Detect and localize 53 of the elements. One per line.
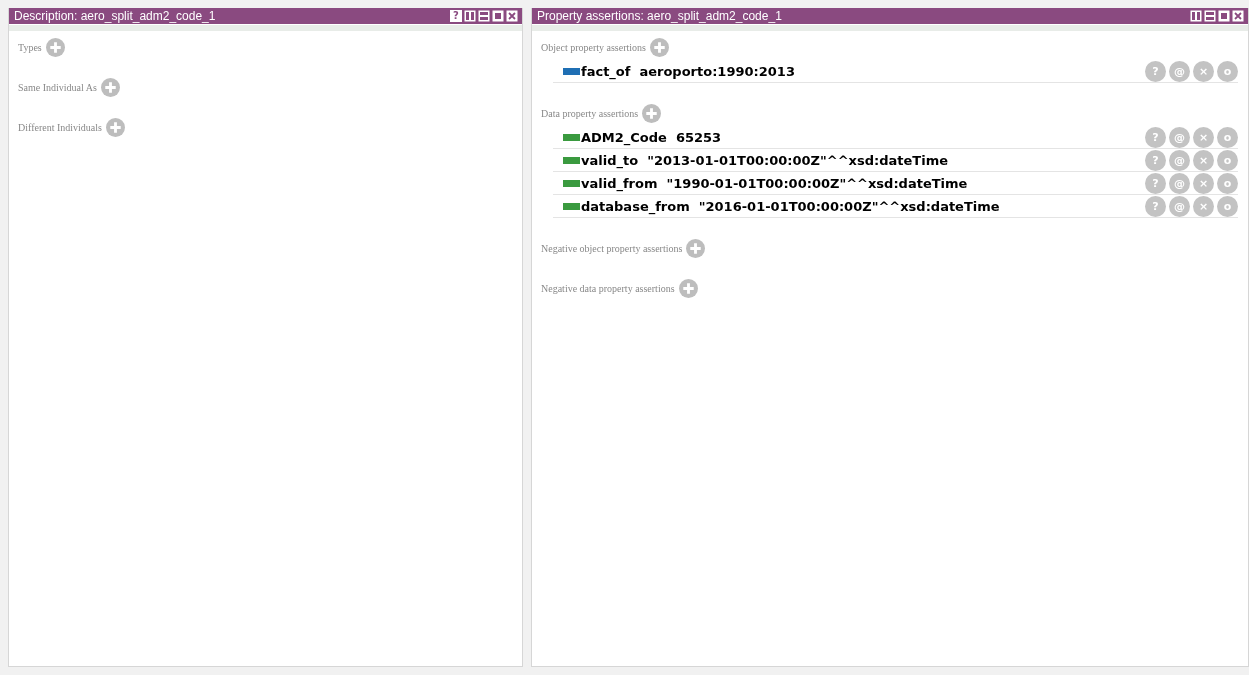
- assertion-row[interactable]: ADM2_Code 65253 ? @ × o: [553, 126, 1238, 149]
- horizontal-split-icon[interactable]: [478, 10, 490, 22]
- action-button[interactable]: @: [1169, 172, 1190, 194]
- close-icon[interactable]: [506, 10, 518, 22]
- property-value: 65253: [675, 129, 722, 145]
- property-value: "2016-01-01T00:00:00Z"^^xsd:dateTime: [698, 198, 1000, 214]
- action-button[interactable]: @: [1169, 195, 1190, 217]
- action-button[interactable]: o: [1217, 172, 1238, 194]
- maximize-icon[interactable]: [492, 10, 504, 22]
- action-button[interactable]: ?: [1145, 126, 1166, 148]
- action-button[interactable]: o: [1217, 60, 1238, 82]
- property-name: database_from: [581, 198, 690, 214]
- help-button[interactable]: ?: [450, 10, 462, 22]
- action-button[interactable]: o: [1217, 195, 1238, 217]
- action-button[interactable]: o: [1217, 126, 1238, 148]
- property-value: "1990-01-01T00:00:00Z"^^xsd:dateTime: [666, 175, 968, 191]
- property-name: ADM2_Code: [581, 129, 667, 145]
- close-icon[interactable]: [1232, 10, 1244, 22]
- assertion-row[interactable]: fact_of aeroporto:1990:2013 ? @ × o: [553, 60, 1238, 83]
- property-name: valid_to: [581, 152, 639, 168]
- section-label: Different Individuals: [18, 121, 102, 133]
- action-button[interactable]: ×: [1193, 60, 1214, 82]
- property-name: valid_from: [581, 175, 658, 191]
- maximize-icon[interactable]: [1218, 10, 1230, 22]
- section-label: Types: [18, 41, 42, 53]
- action-button[interactable]: @: [1169, 149, 1190, 171]
- action-button[interactable]: ?: [1145, 60, 1166, 82]
- assertion-row[interactable]: valid_from "1990-01-01T00:00:00Z"^^xsd:dateTime ? @ × o: [553, 172, 1238, 195]
- action-button[interactable]: ×: [1193, 149, 1214, 171]
- panel-title: Description: aero_split_adm2_code_1: [14, 9, 216, 23]
- assertion-row[interactable]: valid_to "2013-01-01T00:00:00Z"^^xsd:dateTime ? @ × o: [553, 149, 1238, 172]
- action-button[interactable]: ×: [1193, 172, 1214, 194]
- action-button[interactable]: ?: [1145, 172, 1166, 194]
- action-button[interactable]: o: [1217, 149, 1238, 171]
- vertical-split-icon[interactable]: [464, 10, 476, 22]
- action-button[interactable]: ×: [1193, 195, 1214, 217]
- action-button[interactable]: ×: [1193, 126, 1214, 148]
- assertion-row[interactable]: database_from "2016-01-01T00:00:00Z"^^xsd:dateTime ? @ × o: [553, 195, 1238, 218]
- action-button[interactable]: ?: [1145, 195, 1166, 217]
- panel-title: Property assertions: aero_split_adm2_code_1: [537, 9, 782, 23]
- action-button[interactable]: @: [1169, 60, 1190, 82]
- section-label: Negative object property assertions: [541, 242, 683, 254]
- section-label: Data property assertions: [541, 107, 639, 119]
- property-name: fact_of: [581, 63, 631, 79]
- action-button[interactable]: @: [1169, 126, 1190, 148]
- section-label: Object property assertions: [541, 41, 646, 53]
- property-value: aeroporto:1990:2013: [639, 63, 795, 79]
- section-label: Negative data property assertions: [541, 282, 675, 294]
- property-value: "2013-01-01T00:00:00Z"^^xsd:dateTime: [647, 152, 948, 168]
- section-label: Same Individual As: [18, 81, 97, 93]
- horizontal-split-icon[interactable]: [1204, 10, 1216, 22]
- vertical-split-icon[interactable]: [1190, 10, 1202, 22]
- action-button[interactable]: ?: [1145, 149, 1166, 171]
